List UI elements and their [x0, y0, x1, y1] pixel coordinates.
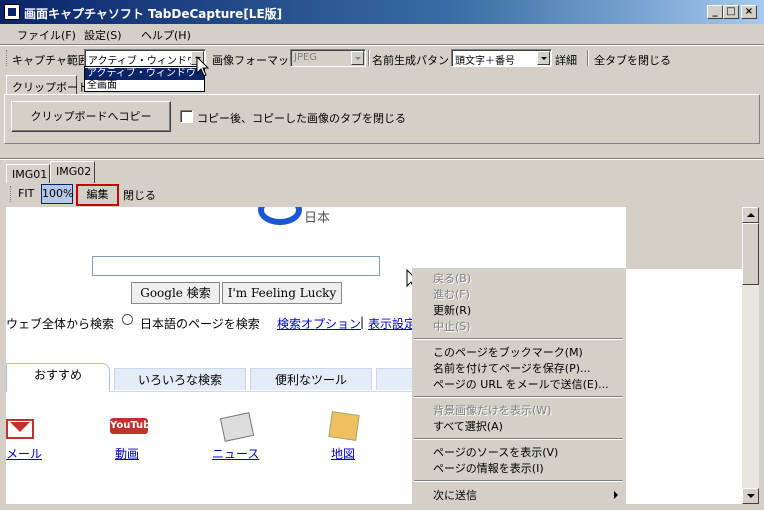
- search-options-link[interactable]: 検索オプション: [277, 315, 361, 332]
- app-map-link[interactable]: 地図: [331, 445, 355, 462]
- edit-button[interactable]: 編集: [76, 184, 119, 206]
- image-margin: [626, 207, 742, 269]
- link-separator: |: [360, 315, 365, 329]
- close-button[interactable]: ×: [741, 5, 757, 19]
- maximize-button[interactable]: □: [723, 5, 739, 19]
- radio-web-label: ウェブ全体から検索: [6, 317, 115, 331]
- search-input[interactable]: [92, 256, 380, 276]
- ctx-view-source[interactable]: ページのソースを表示(V): [433, 444, 558, 460]
- ctx-back[interactable]: 戻る(B): [433, 270, 471, 286]
- ctx-forward[interactable]: 進む(F): [433, 286, 470, 302]
- ctx-bookmark[interactable]: このページをブックマーク(M): [433, 344, 583, 360]
- vertical-scrollbar[interactable]: [742, 207, 759, 504]
- ctx-page-info[interactable]: ページの情報を表示(I): [433, 460, 544, 476]
- fit-button[interactable]: FIT: [18, 187, 34, 200]
- chevron-down-icon[interactable]: [537, 51, 550, 65]
- ctx-separator: [414, 338, 623, 340]
- gtab-useful-tools[interactable]: 便利なツール: [250, 368, 372, 390]
- gtab-various-search[interactable]: いろいろな検索: [114, 368, 246, 390]
- youtube-icon: YouTube: [110, 418, 157, 434]
- logo-suffix: 日本: [304, 211, 331, 226]
- menu-bar: ファイル(F) 設定(S) ヘルプ(H): [0, 24, 764, 44]
- tab-clipboard[interactable]: クリップボード: [6, 75, 89, 94]
- menu-settings[interactable]: 設定(S): [84, 27, 122, 43]
- ctx-separator: [414, 396, 623, 398]
- context-menu: 戻る(B) 進む(F) 更新(R) 中止(S) このページをブックマーク(M) …: [412, 268, 626, 504]
- name-pattern-select[interactable]: 頭文字＋番号: [451, 49, 552, 67]
- tab-img02[interactable]: IMG02: [50, 161, 95, 183]
- window-title: 画面キャプチャソフト TabDeCapture[LE版]: [24, 7, 283, 21]
- capture-range-select[interactable]: アクティブ・ウィンドウ: [84, 49, 206, 67]
- ctx-stop[interactable]: 中止(S): [433, 318, 471, 334]
- image-format-select[interactable]: JPEG: [290, 49, 366, 67]
- gtab-recommended[interactable]: おすすめ: [6, 363, 110, 392]
- toolbar-separator: [368, 50, 370, 66]
- ctx-separator: [414, 438, 623, 440]
- ctx-reload[interactable]: 更新(R): [433, 302, 471, 318]
- radio-jp[interactable]: [122, 314, 133, 325]
- details-button[interactable]: 詳細: [555, 52, 577, 68]
- mouse-cursor-icon: [196, 56, 210, 77]
- ctx-select-all[interactable]: すべて選択(A): [433, 418, 503, 434]
- option-full-screen[interactable]: 全画面: [85, 80, 204, 92]
- close-after-copy-label: コピー後、コピーした画像のタブを閉じる: [197, 112, 406, 125]
- close-all-tabs-button[interactable]: 全タブを閉じる: [594, 52, 671, 68]
- ctx-send-url[interactable]: ページの URL をメールで送信(E)...: [433, 376, 609, 392]
- menu-file[interactable]: ファイル(F): [17, 27, 76, 43]
- submenu-arrow-icon: [614, 491, 618, 499]
- close-image-button[interactable]: 閉じる: [123, 187, 156, 203]
- scroll-down-button[interactable]: [742, 488, 759, 504]
- tab-img01[interactable]: IMG01: [6, 164, 50, 183]
- ctx-view-background[interactable]: 背景画像だけを表示(W): [433, 402, 551, 418]
- app-icon[interactable]: [4, 4, 20, 20]
- gmail-icon: [6, 419, 34, 439]
- name-pattern-label: 名前生成パタン: [372, 54, 449, 67]
- app-mail-link[interactable]: メール: [6, 445, 42, 462]
- option-active-window[interactable]: アクティブ・ウィンドウ: [85, 68, 204, 80]
- app-news-link[interactable]: ニュース: [212, 445, 259, 462]
- splitter[interactable]: [0, 158, 764, 160]
- minimize-button[interactable]: _: [707, 5, 723, 19]
- google-search-button[interactable]: Google 検索: [131, 282, 220, 304]
- image-format-value: JPEG: [294, 52, 318, 63]
- capture-range-dropdown: アクティブ・ウィンドウ 全画面: [84, 66, 205, 92]
- ctx-send-to[interactable]: 次に送信: [433, 487, 477, 503]
- scroll-thumb[interactable]: [742, 223, 759, 285]
- close-after-copy-checkbox[interactable]: [180, 110, 193, 123]
- news-icon: [219, 412, 255, 442]
- title-bar: 画面キャプチャソフト TabDeCapture[LE版] _ □ ×: [0, 0, 764, 24]
- toolbar-separator: [587, 50, 589, 66]
- gtab-more[interactable]: [376, 368, 416, 390]
- scroll-up-button[interactable]: [742, 207, 759, 223]
- name-pattern-value: 頭文字＋番号: [455, 56, 515, 67]
- display-settings-link[interactable]: 表示設定: [368, 315, 416, 332]
- chevron-down-icon[interactable]: [351, 51, 364, 65]
- menu-help[interactable]: ヘルプ(H): [141, 27, 191, 43]
- toolbar-grip[interactable]: [6, 50, 8, 66]
- radio-jp-label: 日本語のページを検索: [140, 317, 260, 331]
- feeling-lucky-button[interactable]: I'm Feeling Lucky: [222, 282, 342, 304]
- arrow-up-icon: [747, 213, 755, 217]
- image-toolbar-grip[interactable]: [10, 186, 12, 202]
- app-video-link[interactable]: 動画: [115, 445, 139, 462]
- copy-to-clipboard-button[interactable]: クリップボードへコピー: [11, 101, 171, 132]
- arrow-down-icon: [747, 494, 755, 498]
- capture-range-value: アクティブ・ウィンドウ: [88, 56, 197, 67]
- capture-range-label: キャプチャ範囲: [12, 54, 89, 67]
- ctx-separator: [414, 480, 623, 482]
- image-format-label: 画像フォーマット: [212, 54, 300, 67]
- zoom-100-button[interactable]: 100%: [41, 184, 73, 204]
- map-icon: [328, 411, 360, 441]
- ctx-save-page[interactable]: 名前を付けてページを保存(P)...: [433, 360, 591, 376]
- image-viewer[interactable]: 日本 Google 検索 I'm Feeling Lucky ウェブ全体から検索…: [6, 207, 742, 504]
- google-logo-icon: [258, 207, 302, 225]
